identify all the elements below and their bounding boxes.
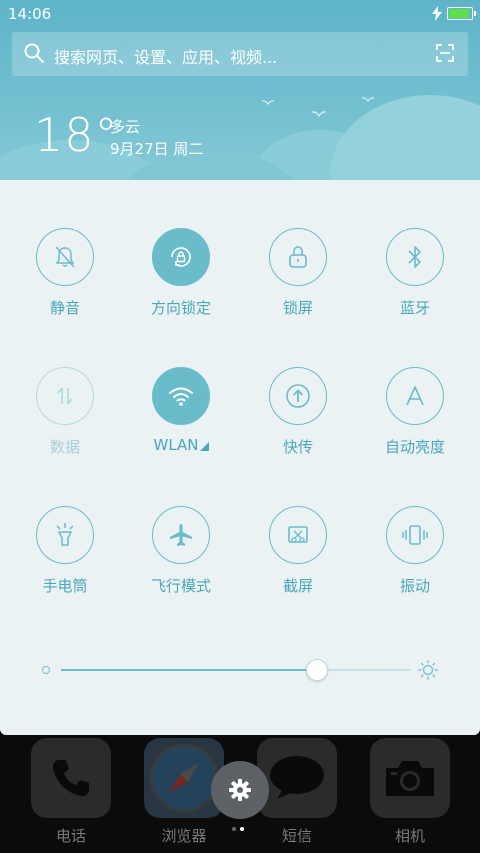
bird-icon (312, 111, 326, 118)
dock-app-label: 短信 (281, 827, 312, 845)
battery-icon (447, 7, 476, 20)
bell-off-icon (55, 246, 75, 268)
toggle-circle (152, 367, 210, 425)
toggle-label: 手电筒 (42, 577, 88, 595)
toggle-data[interactable]: 数据 (6, 367, 124, 477)
sun-icon (418, 660, 438, 680)
dock-app-label: 相机 (394, 827, 425, 845)
page-dot (232, 827, 236, 831)
lock-icon (289, 246, 307, 268)
flashlight-icon (56, 523, 74, 546)
brightness-low-icon (42, 666, 50, 674)
search-placeholder: 搜索网页、设置、应用、视频... (54, 48, 278, 67)
rotation-lock-icon (171, 247, 191, 267)
dock-app-phone[interactable]: 电话 (31, 738, 111, 848)
toggle-label: 静音 (49, 299, 80, 317)
toggle-circle (152, 506, 210, 564)
toggle-vibrate[interactable]: 振动 (356, 506, 474, 616)
toggle-quick-transfer[interactable]: 快传 (239, 367, 357, 477)
toggle-label: 锁屏 (282, 299, 313, 317)
status-bar: 14:06 (0, 0, 480, 28)
brightness-fill (61, 669, 317, 671)
toggle-label: 数据 (49, 438, 80, 456)
toggle-label: 蓝牙 (399, 299, 430, 317)
settings-button[interactable] (211, 761, 269, 819)
toggle-circle (36, 367, 94, 425)
quick-settings-panel: 静音 方向锁定 锁屏 蓝牙 数据 WLAN 快传 自动亮度 手电筒 飞行模式 截… (0, 180, 480, 735)
toggle-circle (152, 228, 210, 286)
toggle-bluetooth[interactable]: 蓝牙 (356, 228, 474, 338)
weather-temperature[interactable]: 18° (34, 108, 119, 162)
upload-icon (286, 384, 310, 408)
toggle-circle (386, 228, 444, 286)
wifi-icon (169, 387, 193, 406)
app-icon-tile (257, 738, 337, 818)
toggle-rotation-lock[interactable]: 方向锁定 (122, 228, 240, 338)
toggle-circle (269, 367, 327, 425)
toggle-circle (269, 228, 327, 286)
weather-date: 9月27日 周二 (110, 140, 204, 158)
auto-brightness-icon (406, 386, 424, 406)
toggle-label: 飞行模式 (150, 577, 211, 595)
toggle-label: 自动亮度 (384, 438, 445, 456)
toggle-lock-screen[interactable]: 锁屏 (239, 228, 357, 338)
toggle-label: 振动 (399, 577, 430, 595)
wlan-label: WLAN (153, 436, 199, 454)
airplane-icon (170, 524, 192, 546)
dropdown-corner-icon[interactable] (199, 442, 209, 451)
status-time: 14:06 (8, 5, 52, 23)
weather-condition: 多云 (110, 118, 141, 136)
toggle-circle (36, 506, 94, 564)
screenshot-icon (288, 526, 308, 543)
page-dot (240, 827, 244, 831)
toggle-circle (269, 506, 327, 564)
search-icon (24, 43, 44, 63)
toggle-circle (386, 506, 444, 564)
notification-header: 14:06 搜索网页、设置、应用、视频... 18° 多云 9月27日 周二 (0, 0, 480, 180)
dock-app-messages[interactable]: 短信 (257, 738, 337, 848)
toggle-circle (386, 367, 444, 425)
dock-app-label: 电话 (55, 827, 86, 845)
search-bar[interactable]: 搜索网页、设置、应用、视频... (12, 32, 468, 76)
data-arrows-icon (57, 387, 73, 405)
app-icon-tile (144, 738, 224, 818)
bluetooth-icon (408, 246, 421, 268)
app-icon-tile (31, 738, 111, 818)
toggle-flashlight[interactable]: 手电筒 (6, 506, 124, 616)
vibrate-icon (402, 525, 428, 545)
toggle-label: 方向锁定 (150, 299, 211, 317)
charging-bolt-icon (432, 6, 442, 21)
battery-fill (449, 9, 469, 18)
brightness-slider[interactable] (40, 650, 440, 690)
toggle-wlan[interactable]: WLAN (122, 367, 240, 477)
toggle-label: 快传 (282, 438, 313, 456)
toggle-label: 截屏 (282, 577, 313, 595)
toggle-auto-brightness[interactable]: 自动亮度 (356, 367, 474, 477)
brightness-thumb[interactable] (306, 659, 328, 681)
bird-icon (362, 97, 374, 102)
phone-icon (53, 760, 89, 796)
toggle-silent[interactable]: 静音 (6, 228, 124, 338)
app-icon-tile (370, 738, 450, 818)
toggle-screenshot[interactable]: 截屏 (239, 506, 357, 616)
cloud-decoration (330, 95, 480, 180)
gear-icon (229, 779, 251, 801)
message-icon (270, 756, 324, 799)
page-indicator (232, 827, 252, 833)
compass-icon (149, 743, 219, 813)
scan-icon[interactable] (436, 44, 454, 62)
toggle-airplane[interactable]: 飞行模式 (122, 506, 240, 616)
camera-icon (386, 761, 434, 796)
toggle-label: WLAN (122, 436, 240, 454)
bird-icon (262, 100, 274, 105)
toggle-circle (36, 228, 94, 286)
brightness-track[interactable] (61, 669, 411, 671)
dock-app-camera[interactable]: 相机 (370, 738, 450, 848)
dock-app-label: 浏览器 (161, 827, 207, 845)
